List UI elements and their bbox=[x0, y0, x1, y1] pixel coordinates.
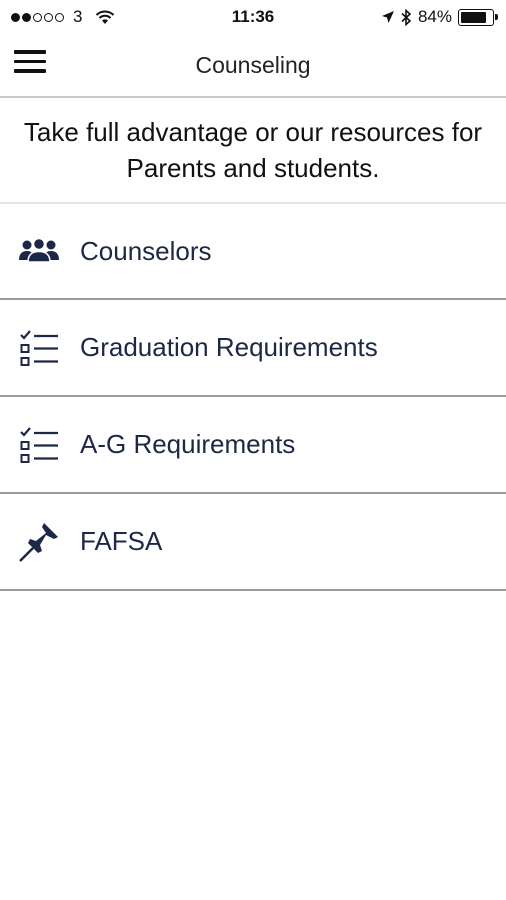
pushpin-icon bbox=[0, 521, 80, 563]
list-item-label: Graduation Requirements bbox=[80, 332, 378, 362]
bluetooth-icon bbox=[401, 8, 412, 26]
list-item-fafsa[interactable]: FAFSA bbox=[0, 494, 506, 591]
list-item-graduation-requirements[interactable]: Graduation Requirements bbox=[0, 300, 506, 397]
location-arrow-icon bbox=[381, 11, 394, 23]
hamburger-icon bbox=[14, 50, 46, 54]
menu-list: Counselors Graduation Requirements A-G R… bbox=[0, 204, 506, 591]
page-title: Counseling bbox=[195, 51, 311, 78]
battery-percentage: 84% bbox=[417, 7, 452, 26]
list-item-counselors[interactable]: Counselors bbox=[0, 204, 506, 300]
navigation-bar: Counseling bbox=[0, 34, 506, 98]
list-item-a-g-requirements[interactable]: A-G Requirements bbox=[0, 397, 506, 494]
list-item-label: Counselors bbox=[80, 235, 212, 266]
intro-text: Take full advantage or our resources for… bbox=[0, 98, 506, 204]
checklist-icon bbox=[0, 327, 80, 369]
hamburger-menu-button[interactable] bbox=[14, 50, 46, 76]
people-group-icon bbox=[0, 236, 80, 266]
list-item-label: FAFSA bbox=[80, 526, 163, 556]
battery-icon bbox=[458, 8, 498, 26]
list-item-label: A-G Requirements bbox=[80, 429, 296, 459]
status-right: 84% bbox=[381, 7, 498, 27]
battery-fill bbox=[461, 11, 487, 23]
checklist-icon bbox=[0, 424, 80, 466]
status-bar: 3 11:36 84% bbox=[0, 0, 506, 34]
